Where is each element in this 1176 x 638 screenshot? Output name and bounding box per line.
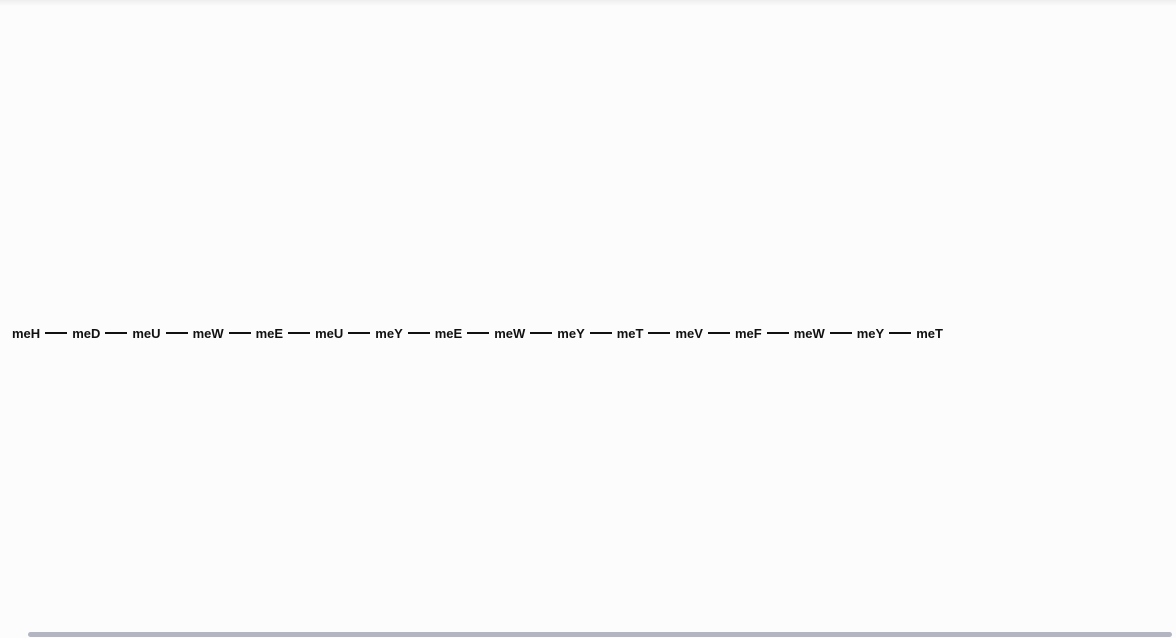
- chain-connector: [589, 332, 612, 334]
- chain-node: meT: [616, 326, 644, 341]
- chain-connector: [348, 332, 371, 334]
- chain-node: meW: [192, 326, 224, 341]
- chain-node: meE: [255, 326, 284, 341]
- chain-node: meW: [793, 326, 825, 341]
- chain-node: meU: [132, 326, 161, 341]
- chain-node: meD: [72, 326, 101, 341]
- chain-node: meU: [315, 326, 344, 341]
- chain-connector: [467, 332, 490, 334]
- chain-node: meY: [856, 326, 885, 341]
- chain-node: meV: [675, 326, 703, 341]
- node-chain: meH meD meU meW meE meU meY meE meW meY …: [12, 325, 943, 342]
- chain-connector: [407, 332, 430, 334]
- chain-connector: [829, 332, 852, 334]
- chain-node: meF: [734, 326, 762, 341]
- chain-node: meH: [12, 326, 41, 341]
- chain-connector: [707, 332, 730, 334]
- chain-connector: [648, 332, 671, 334]
- chain-node: meY: [557, 326, 585, 341]
- chain-node: meW: [494, 326, 526, 341]
- top-edge-shadow: [0, 0, 1176, 6]
- chain-connector: [165, 332, 188, 334]
- chain-node: meE: [434, 326, 463, 341]
- chain-connector: [288, 332, 311, 334]
- horizontal-scrollbar-thumb[interactable]: [28, 632, 1172, 637]
- chain-connector: [766, 332, 789, 334]
- chain-connector: [228, 332, 251, 334]
- chain-connector: [889, 332, 912, 334]
- chain-connector: [45, 332, 68, 334]
- chain-connector: [105, 332, 128, 334]
- chain-node: meY: [375, 326, 403, 341]
- chain-connector: [530, 332, 553, 334]
- chain-node: meT: [916, 326, 943, 341]
- canvas-viewport: meH meD meU meW meE meU meY meE meW meY …: [0, 0, 1176, 638]
